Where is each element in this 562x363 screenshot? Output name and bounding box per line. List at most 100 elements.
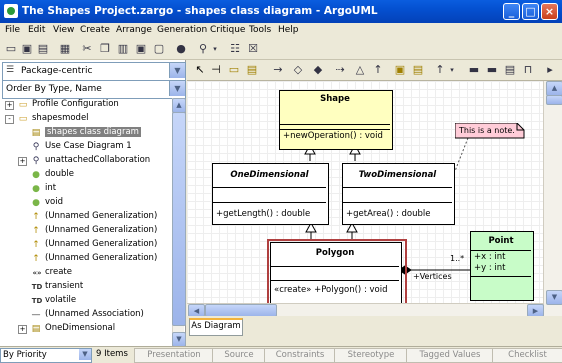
scroll-up-icon[interactable]: ▲	[172, 98, 186, 113]
tree-item[interactable]: «» create	[2, 266, 180, 280]
tree-item-label: unattachedCollaboration	[45, 155, 151, 165]
menu-create[interactable]: Create	[80, 25, 110, 35]
delete-icon[interactable]: ▣	[134, 42, 148, 56]
maximize-button[interactable]: □	[522, 3, 539, 20]
class-shape[interactable]: Shape +newOperation() : void	[279, 90, 393, 150]
class-twodimensional[interactable]: TwoDimensional +getArea() : double	[342, 163, 455, 225]
generalization-icon: ↑	[32, 212, 40, 222]
zoom-dropdown-icon[interactable]: ▾	[208, 42, 222, 56]
menu-file[interactable]: File	[5, 25, 20, 35]
comment-tool-icon[interactable]: ▤	[503, 63, 517, 77]
tree-item-label: (Unnamed Association)	[45, 309, 144, 319]
datatype-icon: ●	[32, 184, 40, 194]
menu-tools[interactable]: Tools	[249, 25, 271, 35]
tree-item[interactable]: ↑ (Unnamed Generalization)	[2, 252, 180, 266]
tree-item[interactable]: TD volatile	[2, 294, 180, 308]
ordering-select[interactable]: Order By Type, Name ▼	[2, 80, 186, 99]
tree-item-label: shapesmodel	[32, 113, 89, 123]
stereotype-icon: «»	[32, 269, 42, 277]
tree-item[interactable]: ↑ (Unnamed Generalization)	[2, 238, 180, 252]
collapse-icon[interactable]: -	[5, 115, 14, 124]
tree-item[interactable]: ⚲ Use Case Diagram 1	[2, 140, 180, 154]
class-onedimensional[interactable]: OneDimensional +getLength() : double	[212, 163, 329, 225]
print-icon[interactable]: ▦	[58, 42, 72, 56]
select-tool-icon[interactable]: ↖	[193, 63, 207, 77]
properties-icon[interactable]: ☷	[228, 42, 242, 56]
tree-item[interactable]: ● int	[2, 182, 180, 196]
menu-view[interactable]: View	[53, 25, 74, 35]
tree-item[interactable]: ● void	[2, 196, 180, 210]
tree-item[interactable]: + ▤ OneDimensional	[2, 322, 180, 336]
note[interactable]: This is a note.	[455, 123, 525, 139]
tagdef-icon: TD	[31, 283, 43, 291]
tree-item[interactable]: ● double	[2, 168, 180, 182]
operation-tool-icon[interactable]: ▬	[485, 63, 499, 77]
scroll-up-icon[interactable]: ▲	[546, 81, 562, 96]
diagram-horizontal-scrollbar[interactable]: ◀ ▶	[187, 303, 544, 317]
minimize-button[interactable]: _	[503, 3, 520, 20]
tree-item[interactable]: - ▭ shapesmodel	[2, 112, 180, 126]
scroll-down-icon[interactable]: ▼	[546, 290, 562, 305]
copy-icon[interactable]: ❐	[98, 42, 112, 56]
explorer-tree: + ▭ Profile Configuration - ▭ shapesmodel ▤ sha…	[2, 98, 184, 346]
perspective-select[interactable]: ☰ Package-centric ▼	[2, 62, 186, 81]
chevron-down-icon[interactable]: ▼	[169, 81, 185, 96]
tree-item[interactable]: ↑ (Unnamed Generalization)	[2, 210, 180, 224]
dependency-tool-icon[interactable]: ⇢	[333, 63, 347, 77]
package-tool-icon[interactable]: ▭	[227, 63, 241, 77]
scroll-thumb[interactable]	[172, 112, 186, 326]
find-icon[interactable]: ●	[174, 42, 188, 56]
scroll-thumb[interactable]	[546, 95, 562, 105]
datatype-tool-icon[interactable]: ▤	[411, 63, 425, 77]
association-tool-icon[interactable]: →	[271, 63, 285, 77]
chevron-down-icon[interactable]: ▼	[79, 349, 91, 360]
scroll-down-icon[interactable]: ▼	[172, 332, 186, 347]
divider	[213, 202, 326, 203]
menu-critique[interactable]: Critique	[210, 25, 245, 35]
class-polygon[interactable]: Polygon «create» +Polygon() : void	[270, 242, 402, 303]
tree-item[interactable]: + ⚲ unattachedCollaboration	[2, 154, 180, 168]
tree-item[interactable]: + ▭ Profile Configuration	[2, 98, 180, 112]
note-tool-icon[interactable]: ⊓	[521, 63, 535, 77]
class-point[interactable]: Point +x : int +y : int	[470, 231, 534, 301]
open-project-icon[interactable]: ▣	[20, 42, 34, 56]
tree-item-label: volatile	[45, 295, 77, 305]
app-icon	[4, 4, 18, 18]
more-tools-icon[interactable]: ▾	[445, 63, 459, 77]
tab-as-diagram[interactable]: As Diagram	[189, 318, 243, 336]
attribute-tool-icon[interactable]: ▬	[467, 63, 481, 77]
menu-edit[interactable]: Edit	[28, 25, 45, 35]
chevron-down-icon[interactable]: ▼	[169, 63, 185, 78]
settings-icon[interactable]: ☒	[246, 42, 260, 56]
broom-tool-icon[interactable]: ⊣	[209, 63, 223, 77]
new-project-icon[interactable]: ▭	[4, 42, 18, 56]
cut-icon[interactable]: ✂	[80, 42, 94, 56]
generalization-tool-icon[interactable]: △	[353, 63, 367, 77]
composition-tool-icon[interactable]: ◆	[311, 63, 325, 77]
tree-item-label: (Unnamed Generalization)	[45, 211, 158, 221]
class-tool-icon[interactable]: ▤	[245, 63, 259, 77]
tree-item[interactable]: — (Unnamed Association)	[2, 308, 180, 322]
paste-icon[interactable]: ▥	[116, 42, 130, 56]
tree-item[interactable]: TD transient	[2, 280, 180, 294]
diagram-canvas[interactable]: Shape +newOperation() : void OneDimensio…	[187, 81, 543, 303]
menu-help[interactable]: Help	[278, 25, 299, 35]
expand-icon[interactable]: +	[5, 101, 14, 110]
new-diagram-icon[interactable]: ▢	[152, 42, 166, 56]
interface-tool-icon[interactable]: ▣	[393, 63, 407, 77]
tree-item[interactable]: ▤ shapes class diagram	[2, 126, 180, 140]
explorer-scrollbar[interactable]: ▲ ▼	[172, 98, 186, 347]
menu-generation[interactable]: Generation	[157, 25, 207, 35]
save-project-icon[interactable]: ▤	[36, 42, 50, 56]
expand-icon[interactable]: +	[18, 325, 27, 334]
expand-icon[interactable]: +	[18, 157, 27, 166]
expand-toolbar-icon[interactable]: ▸	[543, 63, 557, 77]
realization-tool-icon[interactable]: ↑	[371, 63, 385, 77]
tree-item[interactable]: ↑ (Unnamed Generalization)	[2, 224, 180, 238]
close-button[interactable]: ×	[541, 3, 558, 20]
menu-arrange[interactable]: Arrange	[116, 25, 152, 35]
divider	[343, 202, 452, 203]
aggregation-tool-icon[interactable]: ◇	[291, 63, 305, 77]
perspective-value: Package-centric	[21, 66, 93, 76]
diagram-vertical-scrollbar[interactable]: ▲ ▼	[543, 81, 562, 316]
